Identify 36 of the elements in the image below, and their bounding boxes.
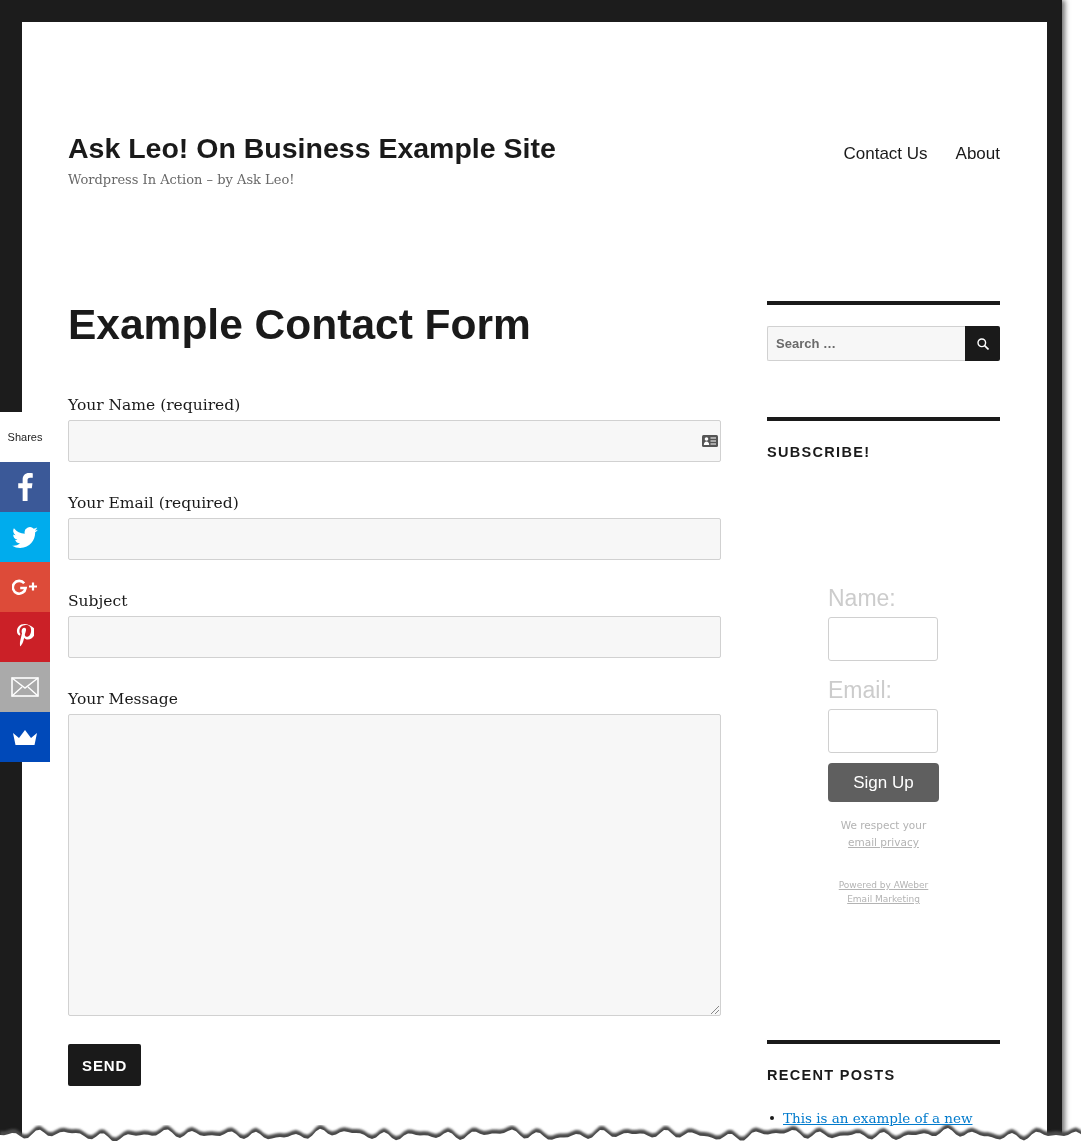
facebook-icon bbox=[17, 473, 33, 501]
search-icon bbox=[976, 337, 989, 350]
text-field[interactable] bbox=[828, 617, 938, 661]
share-button[interactable] bbox=[0, 712, 50, 762]
site-title[interactable]: Ask Leo! On Business Example Site bbox=[68, 130, 556, 166]
field-label: Your Email (required) bbox=[68, 493, 240, 514]
contact-card-icon[interactable] bbox=[702, 435, 718, 447]
widget-title: RECENT POSTS bbox=[767, 1066, 897, 1085]
field-label: Your Name (required) bbox=[68, 395, 242, 416]
send-button[interactable]: SEND bbox=[68, 1044, 142, 1086]
text-field[interactable] bbox=[68, 518, 721, 560]
resize-grip-icon[interactable] bbox=[711, 1006, 719, 1014]
post-link[interactable]: This is an example of a new bbox=[783, 1108, 973, 1128]
crown-icon bbox=[13, 729, 37, 745]
search-field[interactable]: Search … bbox=[767, 326, 965, 361]
share-button[interactable] bbox=[0, 462, 50, 512]
share-button[interactable] bbox=[0, 612, 50, 662]
sign-up-button[interactable]: Sign Up bbox=[828, 763, 939, 802]
bullet-icon bbox=[770, 1116, 774, 1120]
page-title: Example Contact Form bbox=[68, 301, 532, 349]
field-label: Your Message bbox=[68, 689, 179, 710]
share-button[interactable] bbox=[0, 562, 50, 612]
text-field[interactable] bbox=[68, 616, 721, 658]
twitter-bird-icon bbox=[12, 526, 38, 548]
text-field[interactable] bbox=[828, 709, 938, 753]
text-field[interactable] bbox=[68, 420, 721, 462]
site-tagline: Wordpress In Action – by Ask Leo! bbox=[68, 171, 296, 189]
google-plus-icon bbox=[12, 579, 38, 595]
widget-title: SUBSCRIBE! bbox=[767, 443, 872, 462]
search-button[interactable] bbox=[965, 326, 1000, 361]
envelope-icon bbox=[11, 677, 39, 697]
nav-link[interactable]: Contact Us bbox=[843, 142, 928, 166]
field-label: Subject bbox=[68, 591, 129, 612]
textarea-field[interactable] bbox=[68, 714, 721, 1016]
nav-link[interactable]: About bbox=[955, 142, 1000, 166]
privacy-note: We respect your email privacy bbox=[839, 818, 928, 850]
